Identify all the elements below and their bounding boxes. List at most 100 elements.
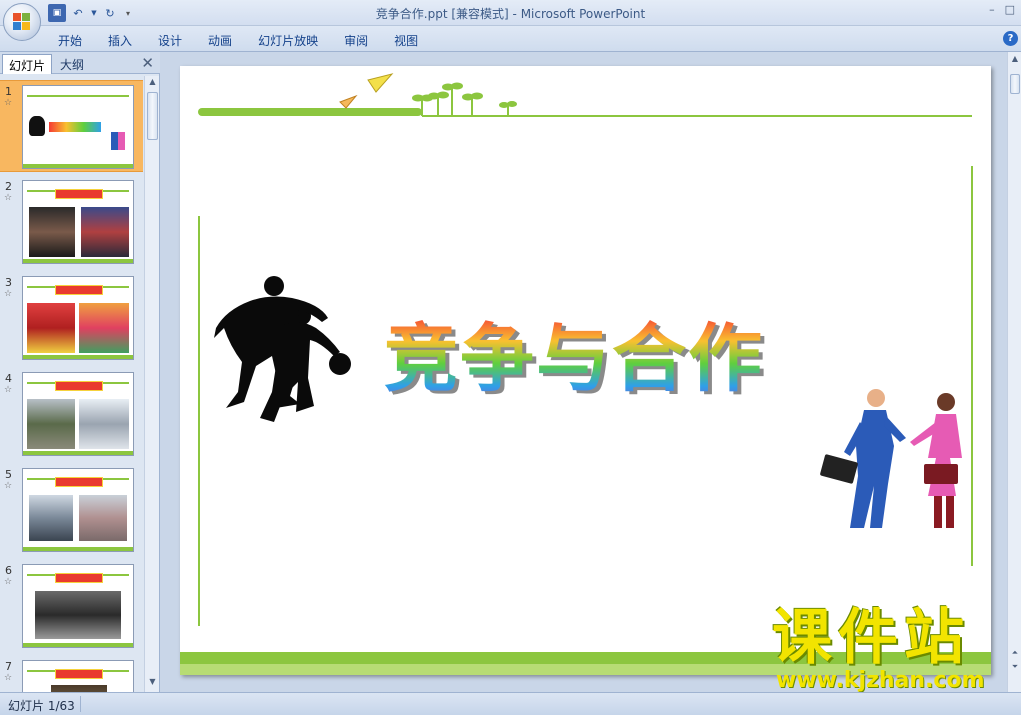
scroll-up-icon[interactable]: ▲ [1008, 54, 1021, 63]
slide-thumbnail-5[interactable] [22, 468, 134, 552]
thumbnail-number: 7 [5, 660, 12, 673]
scroll-thumb[interactable] [147, 92, 158, 140]
transition-star-icon: ☆ [4, 193, 13, 203]
thumbnail-row-4[interactable]: 4 ☆ [0, 368, 143, 460]
thumbnail-row-3[interactable]: 3 ☆ [0, 272, 143, 364]
basketball-players-silhouette-icon [214, 276, 351, 422]
tab-slideshow[interactable]: 幻灯片放映 [245, 32, 331, 49]
office-logo-icon [13, 13, 31, 31]
transition-star-icon: ☆ [4, 385, 13, 395]
slide-counter: 幻灯片 1/63 [8, 699, 75, 713]
status-divider [80, 696, 81, 712]
editor-scrollbar[interactable]: ▲ ⏶ ⏷ [1007, 52, 1021, 692]
sprouts-icon [412, 82, 517, 116]
top-thick-bar [198, 108, 422, 116]
next-slide-icon[interactable]: ⏷ [1008, 662, 1021, 672]
minimize-button[interactable]: – [989, 3, 995, 16]
ribbon-tabs: 开始 插入 设计 动画 幻灯片放映 审阅 视图 [58, 32, 431, 49]
slide-thumbnail-7[interactable] [22, 660, 134, 692]
thumbnail-number: 5 [5, 468, 12, 481]
watermark-logo: 课件站 [772, 603, 970, 673]
thumb-bottom-bar [23, 164, 133, 168]
slide-thumbnail-2[interactable] [22, 180, 134, 264]
thumb-photo [29, 207, 75, 257]
thumb-photo [51, 685, 107, 692]
tab-insert[interactable]: 插入 [95, 32, 145, 49]
thumb-photo [79, 303, 129, 353]
status-bar: 幻灯片 1/63 [0, 692, 1021, 715]
window-controls: – □ [989, 3, 1015, 16]
tab-view[interactable]: 视图 [381, 32, 431, 49]
close-pane-icon[interactable]: ✕ [141, 54, 154, 72]
thumb-banner [55, 285, 103, 295]
thumb-banner [55, 477, 103, 487]
slide-thumbnail-4[interactable] [22, 372, 134, 456]
tab-slides[interactable]: 幻灯片 [2, 54, 53, 74]
rocket-photo [29, 495, 73, 541]
thumbnail-number: 2 [5, 180, 12, 193]
thumb-bottom-bar [23, 547, 133, 551]
thumbnail-number: 4 [5, 372, 12, 385]
thumb-banner [55, 669, 103, 679]
thumbnail-row-7[interactable]: 7 ☆ [0, 656, 143, 692]
tab-animations[interactable]: 动画 [195, 32, 245, 49]
thumb-deco-line [27, 95, 129, 97]
office-button[interactable] [3, 3, 41, 41]
thumb-banner [55, 573, 103, 583]
slide-thumbnail-6[interactable] [22, 564, 134, 648]
maximize-button[interactable]: □ [1005, 3, 1015, 16]
thumbnail-row-5[interactable]: 5 ☆ [0, 464, 143, 556]
thumbnail-scrollbar[interactable]: ▲ ▼ [144, 76, 159, 692]
thumbnail-row-2[interactable]: 2 ☆ [0, 176, 143, 268]
slides-pane: 幻灯片 大纲 ✕ 1 ☆ 2 ☆ 3 ☆ 4 ☆ 5 ☆ 6 ☆ 7 ☆ ▲ ▼ [0, 52, 160, 692]
thumbnail-number: 3 [5, 276, 12, 289]
thumb-banner [55, 189, 103, 199]
handshake-figures-icon [111, 132, 125, 150]
thumb-bottom-bar [23, 451, 133, 455]
business-handshake-icon [820, 389, 962, 528]
tab-review[interactable]: 审阅 [331, 32, 381, 49]
paper-plane-small-icon [339, 94, 358, 109]
thumb-photo [81, 207, 129, 257]
slide-thumbnail-1[interactable] [22, 85, 134, 169]
thumb-photo [27, 303, 75, 353]
thumbnail-list: 1 ☆ 2 ☆ 3 ☆ 4 ☆ 5 ☆ 6 ☆ 7 ☆ [0, 76, 143, 692]
help-icon[interactable]: ? [1003, 31, 1018, 46]
thumb-bottom-bar [23, 643, 133, 647]
thumbnail-number: 6 [5, 564, 12, 577]
previous-slide-icon[interactable]: ⏶ [1008, 648, 1021, 658]
thumbnail-row-1[interactable]: 1 ☆ [0, 80, 143, 172]
tab-home[interactable]: 开始 [58, 32, 95, 49]
slide-editor: 竞争与合作 [161, 52, 1007, 692]
tab-outline[interactable]: 大纲 [54, 54, 90, 74]
thumbnail-number: 1 [5, 85, 12, 98]
slide-thumbnail-3[interactable] [22, 276, 134, 360]
tank-photo [27, 399, 75, 449]
players-silhouette-icon [29, 116, 45, 136]
slide-canvas[interactable]: 竞争与合作 [180, 66, 991, 675]
thumb-title-art [49, 122, 101, 132]
paper-plane-icon [367, 73, 394, 93]
transition-star-icon: ☆ [4, 673, 13, 683]
transition-star-icon: ☆ [4, 98, 13, 108]
jet-photo [79, 399, 129, 449]
thumb-bottom-bar [23, 259, 133, 263]
thumb-banner [55, 381, 103, 391]
transition-star-icon: ☆ [4, 577, 13, 587]
pane-tabs: 幻灯片 大纲 ✕ [0, 52, 160, 74]
rocket-launch-photo [79, 495, 127, 541]
ribbon: 开始 插入 设计 动画 幻灯片放映 审阅 视图 ? [0, 26, 1021, 52]
watermark-url: www.kjzhan.com [776, 668, 985, 693]
thumbnail-row-6[interactable]: 6 ☆ [0, 560, 143, 652]
transition-star-icon: ☆ [4, 289, 13, 299]
scroll-down-icon[interactable]: ▼ [145, 677, 160, 691]
slide-title[interactable]: 竞争与合作 [384, 314, 764, 404]
window-title: 竞争合作.ppt [兼容模式] - Microsoft PowerPoint [375, 7, 646, 21]
scroll-up-icon[interactable]: ▲ [145, 77, 160, 91]
scroll-thumb[interactable] [1010, 74, 1020, 94]
tab-design[interactable]: 设计 [145, 32, 195, 49]
group-photo [35, 591, 121, 639]
transition-star-icon: ☆ [4, 481, 13, 491]
thumb-bottom-bar [23, 355, 133, 359]
title-bar: ▣ ↶ ▼ ↻ ▾ 竞争合作.ppt [兼容模式] - Microsoft Po… [0, 0, 1021, 26]
